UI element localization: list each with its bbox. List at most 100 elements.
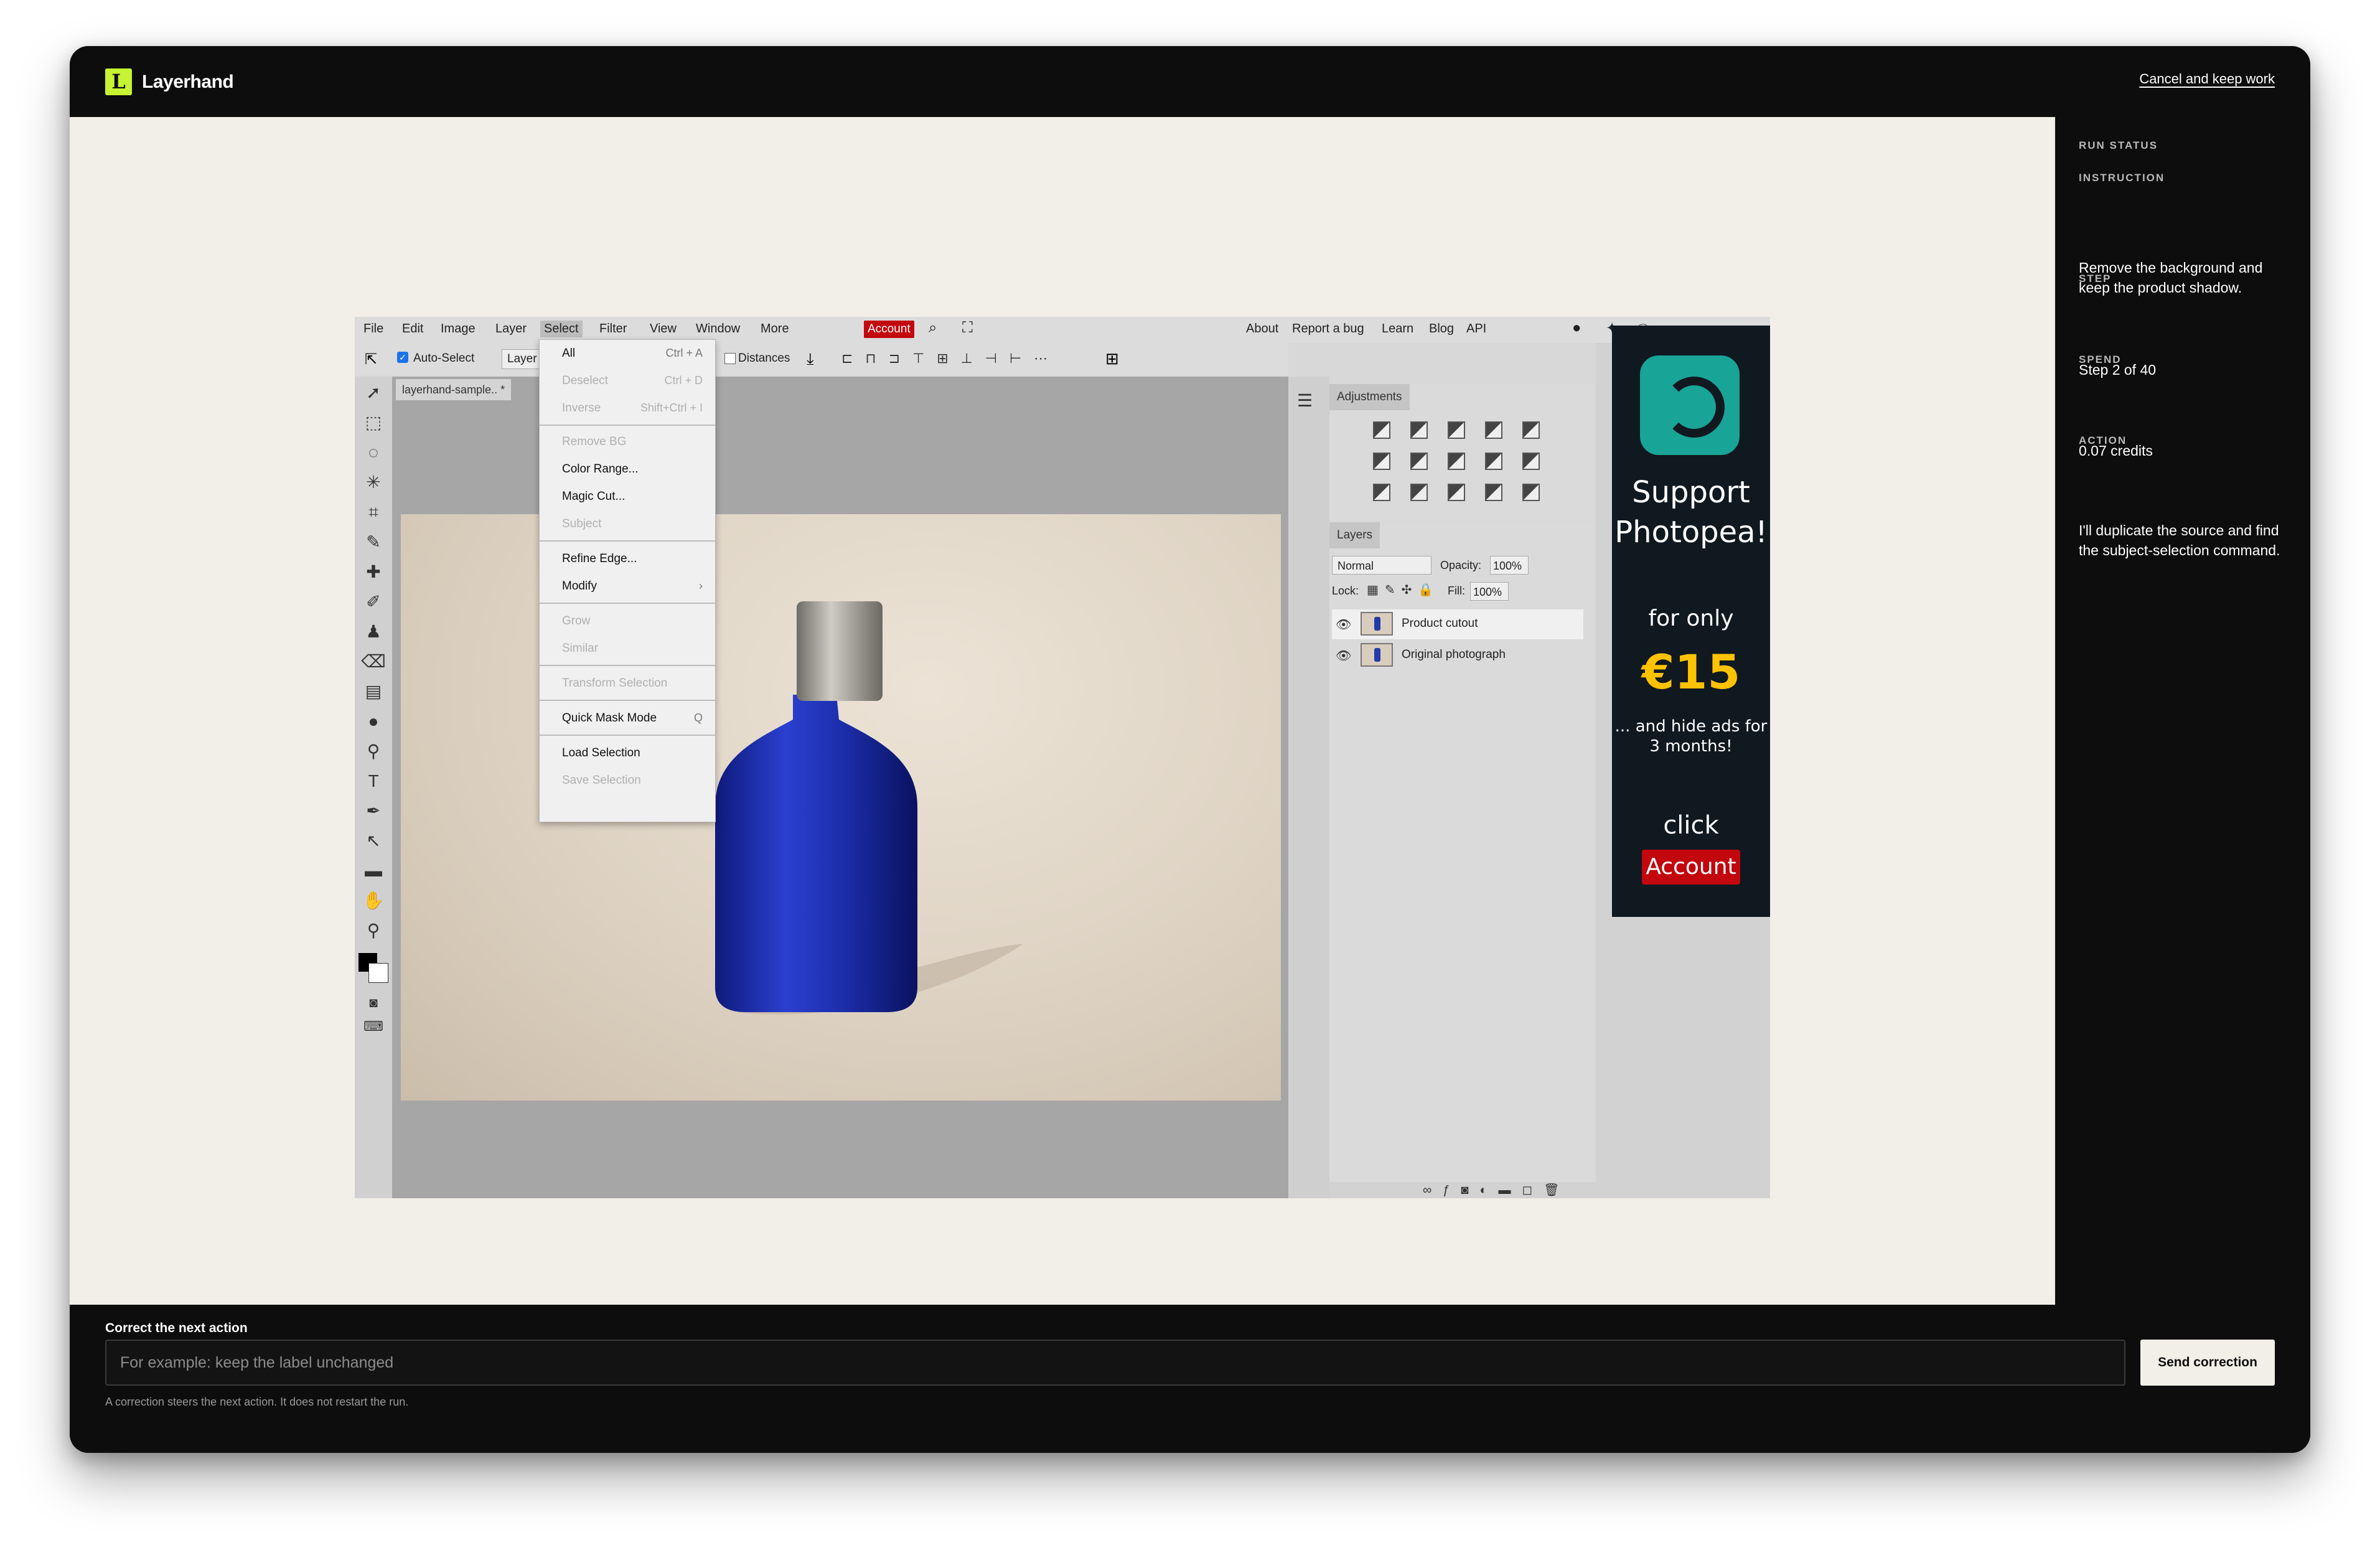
document-tab[interactable]: layerhand-sample.. * <box>396 379 512 400</box>
shape-tool[interactable]: ▬ <box>361 858 386 883</box>
eraser-tool[interactable]: ⌫ <box>361 649 386 674</box>
pen-tool[interactable]: ✒ <box>361 799 386 824</box>
gradient-tool[interactable]: ▤ <box>361 679 386 704</box>
link-about[interactable]: About <box>1246 322 1278 336</box>
exposure-icon[interactable] <box>1485 421 1502 439</box>
brightness-icon[interactable] <box>1373 421 1390 439</box>
posterize-icon[interactable] <box>1410 484 1428 501</box>
quick-mask-icon[interactable]: ◙ <box>361 990 386 1015</box>
link-report-bug[interactable]: Report a bug <box>1292 322 1364 336</box>
select-menu-item[interactable]: Save Selection <box>540 767 715 794</box>
layer-dropdown[interactable]: Layer <box>502 349 543 369</box>
menu-select[interactable]: Select <box>540 321 583 337</box>
zoom-tool[interactable]: ⚲ <box>361 918 386 943</box>
opacity-field[interactable]: 100% <box>1490 556 1529 575</box>
background-color-swatch[interactable] <box>368 963 388 983</box>
blur-tool[interactable]: ● <box>361 709 386 734</box>
select-menu-item[interactable]: Load Selection <box>540 740 715 767</box>
layers-tab[interactable]: Layers <box>1329 522 1380 548</box>
support-ad[interactable]: Support Photopea! for only €15 ... and h… <box>1612 326 1770 917</box>
blend-mode-select[interactable]: Normal <box>1332 556 1431 575</box>
select-menu-item[interactable]: Remove BG <box>540 428 715 456</box>
select-menu-item[interactable]: Modify › <box>540 573 715 600</box>
menu-more[interactable]: More <box>761 322 789 336</box>
layer-action-icons[interactable]: ∞ƒ◙◐▬◻🗑 <box>1423 1182 1571 1198</box>
layers-footer: ∞ƒ◙◐▬◻🗑 <box>1329 1182 1596 1198</box>
menu-view[interactable]: View <box>650 322 677 336</box>
hue-icon[interactable] <box>1373 453 1390 470</box>
dodge-tool[interactable]: ⚲ <box>361 739 386 764</box>
levels-icon[interactable] <box>1410 421 1428 439</box>
select-menu-item[interactable]: Subject <box>540 510 715 538</box>
type-tool[interactable]: T <box>361 769 386 794</box>
menu-window[interactable]: Window <box>696 322 740 336</box>
menu-file[interactable]: File <box>363 322 383 336</box>
product-photo[interactable] <box>401 514 1281 1101</box>
photopea-frame[interactable]: File Edit Image Layer Select Filter View… <box>355 317 1770 1198</box>
visibility-eye-icon[interactable]: 👁 <box>1336 617 1351 632</box>
lasso-tool[interactable]: ◌ <box>361 440 386 465</box>
fill-field[interactable]: 100% <box>1470 582 1509 601</box>
download-icon[interactable]: ⤓ <box>807 349 814 369</box>
menu-layer[interactable]: Layer <box>495 322 527 336</box>
ad-line1: Support <box>1632 475 1750 510</box>
ad-account-button[interactable]: Account <box>1642 850 1740 885</box>
photo-filter-icon[interactable] <box>1485 453 1502 470</box>
invert-icon[interactable] <box>1373 484 1390 501</box>
select-menu-item[interactable]: Magic Cut... <box>540 483 715 510</box>
select-menu-item[interactable]: Color Range... <box>540 456 715 483</box>
gradient-map-icon[interactable] <box>1485 484 1502 501</box>
auto-select-checkbox[interactable]: ✓ <box>397 352 408 363</box>
visibility-eye-icon[interactable]: 👁 <box>1336 648 1351 664</box>
layer-row[interactable]: 👁 Product cutout <box>1332 609 1583 639</box>
link-blog[interactable]: Blog <box>1429 322 1454 336</box>
select-menu-item[interactable]: Refine Edge... <box>540 545 715 573</box>
curves-icon[interactable] <box>1448 421 1465 439</box>
bw-icon[interactable] <box>1448 453 1465 470</box>
select-menu-item[interactable]: Deselect Ctrl + D <box>540 367 715 395</box>
eyedropper-tool[interactable]: ✎ <box>361 530 386 555</box>
healing-tool[interactable]: ✚ <box>361 560 386 585</box>
menu-filter[interactable]: Filter <box>599 322 627 336</box>
account-button[interactable]: Account <box>864 321 914 338</box>
select-menu-item[interactable]: Similar <box>540 635 715 662</box>
path-select-tool[interactable]: ↖ <box>361 829 386 853</box>
magic-wand-tool[interactable]: ✳ <box>361 470 386 495</box>
link-api[interactable]: API <box>1466 322 1486 336</box>
stamp-tool[interactable]: ♟ <box>361 619 386 644</box>
balance-icon[interactable] <box>1410 453 1428 470</box>
select-menu-item[interactable]: Quick Mask Mode Q <box>540 705 715 732</box>
distances-checkbox[interactable] <box>724 353 736 364</box>
threshold-icon[interactable] <box>1448 484 1465 501</box>
vibrance-icon[interactable] <box>1522 421 1540 439</box>
grid-icon[interactable]: ⊞ <box>1105 349 1119 369</box>
menu-edit[interactable]: Edit <box>402 322 423 336</box>
search-icon[interactable]: ⌕ <box>929 319 937 337</box>
marquee-tool[interactable]: ⬚ <box>361 410 386 435</box>
menu-image[interactable]: Image <box>441 322 476 336</box>
select-menu-item[interactable]: Transform Selection <box>540 670 715 697</box>
brush-tool[interactable]: ✐ <box>361 589 386 614</box>
menu-divider <box>540 665 715 666</box>
select-menu-item[interactable]: Inverse Shift+Ctrl + I <box>540 395 715 422</box>
adjustments-tab[interactable]: Adjustments <box>1329 384 1410 410</box>
channel-mixer-icon[interactable] <box>1522 453 1540 470</box>
properties-icon[interactable]: ☰ <box>1297 390 1313 411</box>
send-correction-button[interactable]: Send correction <box>2140 1340 2275 1386</box>
crop-tool[interactable]: ⌗ <box>361 500 386 525</box>
move-tool[interactable]: ➚ <box>361 380 386 405</box>
keyboard-icon[interactable]: ⌨ <box>361 1014 386 1039</box>
align-icons[interactable]: ⊏⊓⊐⊤⊞⊥⊣⊢⋯ <box>841 350 1060 367</box>
cancel-and-keep-work-link[interactable]: Cancel and keep work <box>2139 71 2275 87</box>
canvas-area[interactable]: layerhand-sample.. * <box>392 377 1288 1198</box>
fullscreen-icon[interactable]: ⛶ <box>962 319 973 337</box>
hand-tool[interactable]: ✋ <box>361 888 386 913</box>
select-menu-item[interactable]: Grow <box>540 608 715 635</box>
select-menu-item[interactable]: All Ctrl + A <box>540 340 715 367</box>
correction-input[interactable] <box>105 1340 2125 1386</box>
reddit-icon[interactable]: ● <box>1572 319 1581 337</box>
link-learn[interactable]: Learn <box>1382 322 1413 336</box>
selective-color-icon[interactable] <box>1522 484 1540 501</box>
layer-row[interactable]: 👁 Original photograph <box>1332 641 1583 670</box>
lock-icons[interactable]: ▦✎✣🔒 <box>1367 582 1440 598</box>
